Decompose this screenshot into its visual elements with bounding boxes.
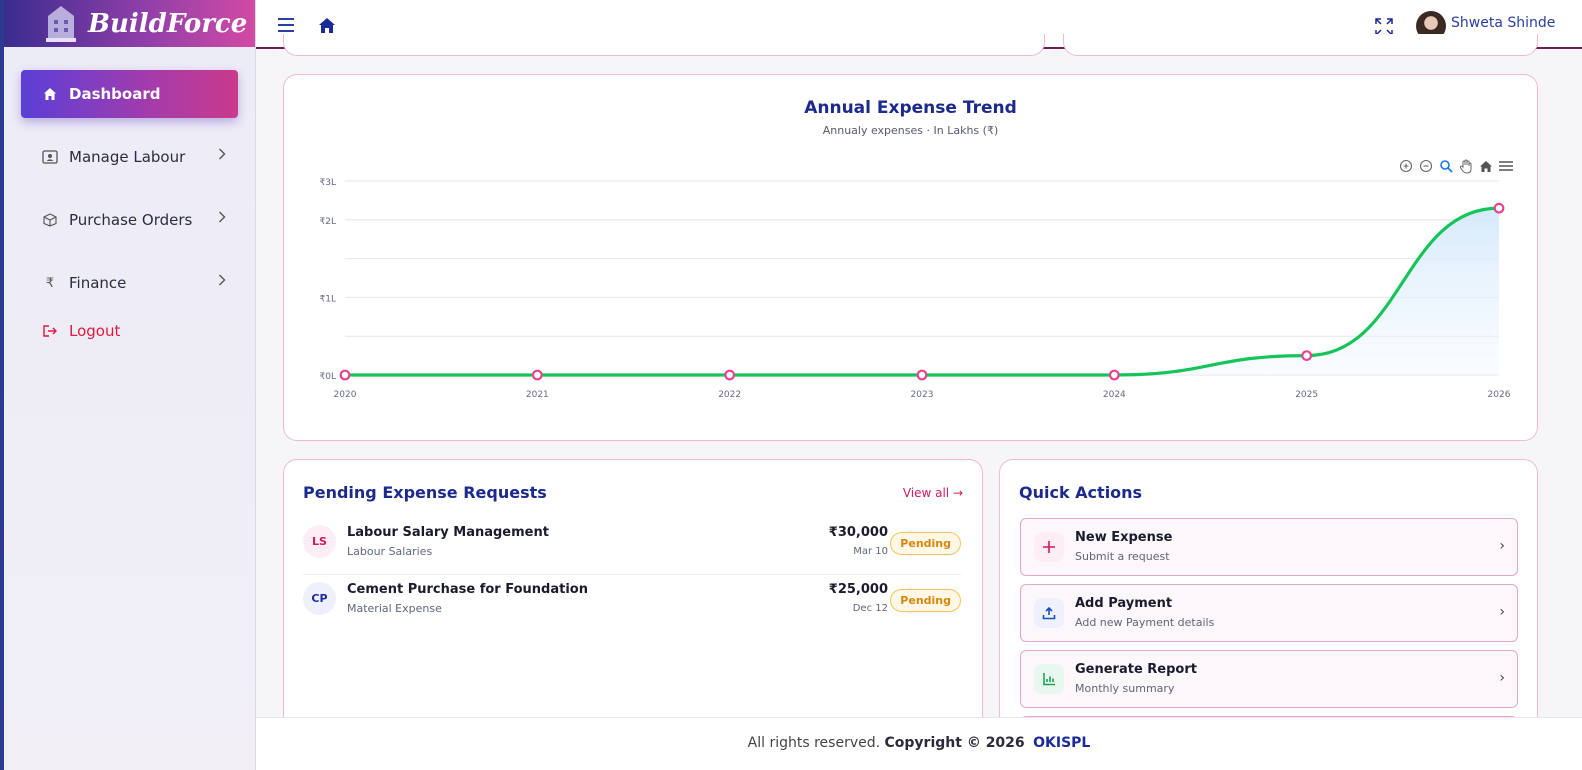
request-title: Labour Salary Management (347, 525, 549, 540)
quick-action-add-payment[interactable]: Add Payment Add new Payment details › (1020, 584, 1518, 642)
request-initials-avatar: LS (303, 525, 336, 558)
data-point (724, 369, 736, 381)
data-point (916, 369, 928, 381)
sidebar-item-label: Manage Labour (69, 148, 186, 166)
status-badge: Pending (890, 532, 961, 555)
request-amount: ₹25,000 (828, 582, 888, 597)
x-tick-label: 2020 (334, 390, 357, 400)
y-tick-label: ₹0L (320, 372, 336, 382)
series-line (344, 206, 1500, 377)
x-tick-label: 2024 (1103, 390, 1126, 400)
y-tick-label: ₹2L (320, 217, 336, 227)
sidebar-item-label: Dashboard (69, 85, 161, 103)
footer-rights: All rights reserved. (747, 735, 881, 751)
quick-action-new-expense[interactable]: New Expense Submit a request › (1020, 518, 1518, 576)
footer: All rights reserved. Copyright © 2026 OK… (256, 717, 1582, 770)
card-title: Pending Expense Requests (303, 483, 547, 502)
x-tick-label: 2025 (1295, 390, 1318, 400)
quick-action-subtitle: Monthly summary (1075, 682, 1175, 695)
id-card-icon (41, 148, 59, 166)
expense-area-chart: ₹0L ₹1L ₹2L ₹3L 2020 2021 2022 2023 2024 2025 2026 (320, 178, 1511, 400)
expense-request-row[interactable]: LS Labour Salary Management Labour Salar… (303, 518, 961, 574)
request-date: Dec 12 (852, 603, 888, 614)
sidebar-nav: Dashboard Manage Labour Purchase Orders … (4, 47, 255, 346)
box-icon (41, 211, 59, 229)
request-category: Material Expense (347, 602, 442, 615)
data-point (531, 369, 543, 381)
sidebar-item-label: Finance (69, 274, 127, 292)
request-category: Labour Salaries (347, 545, 433, 558)
x-tick-label: 2023 (911, 390, 934, 400)
user-name[interactable]: Shweta Shinde (1451, 15, 1555, 31)
chevron-right-icon (219, 211, 226, 223)
expense-request-row[interactable]: CP Cement Purchase for Foundation Materi… (303, 574, 961, 630)
quick-action-subtitle: Submit a request (1075, 550, 1170, 563)
sidebar-item-label: Logout (69, 322, 121, 340)
bar-chart-icon (1034, 664, 1064, 694)
pending-expense-requests-card: Pending Expense Requests View all → LS L… (283, 459, 983, 739)
series-area (345, 208, 1499, 375)
brand-bar[interactable]: BuildForce (4, 0, 255, 47)
status-badge: Pending (890, 589, 961, 612)
request-date: Mar 10 (853, 546, 888, 557)
quick-action-subtitle: Add new Payment details (1075, 616, 1215, 629)
quick-action-title: Generate Report (1075, 662, 1197, 677)
logout-icon (41, 322, 59, 340)
plus-icon (1034, 532, 1064, 562)
stat-card-fragment (1063, 34, 1538, 56)
card-title: Quick Actions (1019, 483, 1143, 502)
chevron-right-icon: › (1499, 670, 1505, 686)
data-point (1108, 369, 1120, 381)
request-amount: ₹30,000 (828, 525, 888, 540)
quick-action-generate-report[interactable]: Generate Report Monthly summary › (1020, 650, 1518, 708)
footer-copyright: Copyright © 2026 (884, 735, 1025, 751)
chevron-right-icon (219, 148, 226, 160)
sidebar-item-manage-labour[interactable]: Manage Labour (21, 133, 238, 181)
menu-toggle-icon[interactable] (278, 18, 294, 32)
home-icon[interactable] (318, 17, 336, 34)
annual-expense-chart-card: Annual Expense Trend Annualy expenses · … (283, 74, 1538, 441)
sidebar-item-dashboard[interactable]: Dashboard (21, 70, 238, 118)
building-logo-icon (46, 5, 76, 42)
sidebar: BuildForce Dashboard Manage Labour Purch… (0, 0, 256, 770)
x-tick-label: 2022 (718, 390, 741, 400)
x-tick-label: 2021 (526, 390, 549, 400)
quick-action-title: New Expense (1075, 530, 1173, 545)
chevron-right-icon: › (1499, 538, 1505, 554)
chevron-right-icon: › (1499, 604, 1505, 620)
upload-icon (1034, 598, 1064, 628)
chevron-right-icon (219, 274, 226, 286)
y-tick-label: ₹3L (320, 178, 336, 188)
stat-card-fragment (283, 34, 1045, 56)
view-all-link[interactable]: View all → (903, 486, 963, 500)
data-point (1493, 202, 1505, 214)
request-title: Cement Purchase for Foundation (347, 582, 588, 597)
sidebar-item-purchase-orders[interactable]: Purchase Orders (21, 196, 238, 244)
quick-action-title: Add Payment (1075, 596, 1173, 611)
quick-actions-card: Quick Actions New Expense Submit a reque… (999, 459, 1538, 746)
sidebar-item-finance[interactable]: ₹ Finance (21, 259, 238, 307)
sidebar-item-label: Purchase Orders (69, 211, 193, 229)
data-point (1301, 350, 1313, 362)
data-point (339, 369, 351, 381)
x-tick-label: 2026 (1488, 390, 1511, 400)
rupee-icon: ₹ (45, 275, 55, 291)
request-initials-avatar: CP (303, 582, 336, 615)
brand-name: BuildForce (88, 8, 248, 39)
y-tick-label: ₹1L (320, 294, 336, 304)
sidebar-item-logout[interactable]: Logout (21, 316, 238, 346)
footer-org-link[interactable]: OKISPL (1033, 735, 1090, 751)
home-icon (41, 85, 59, 103)
